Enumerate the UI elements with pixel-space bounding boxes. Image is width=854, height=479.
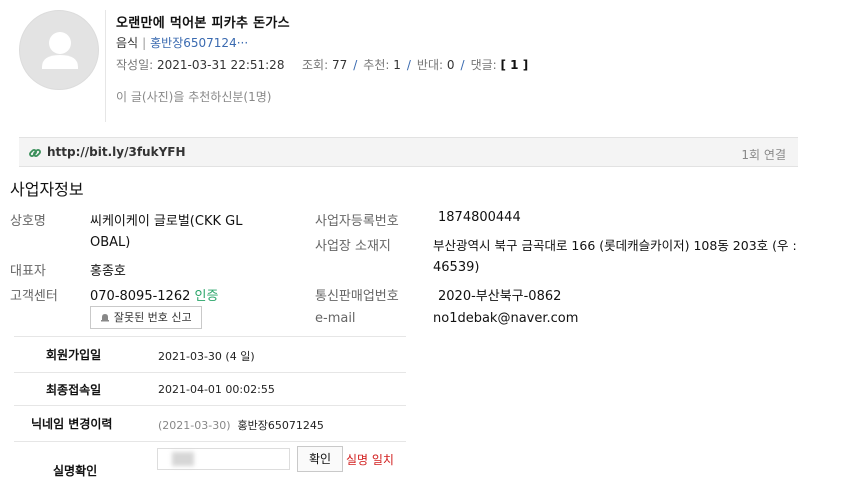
last-login-value: 2021-04-01 00:02:55	[158, 383, 275, 396]
date-label: 작성일:	[116, 58, 154, 72]
table-divider	[14, 336, 406, 337]
date-value: 2021-03-31 22:51:28	[157, 58, 285, 72]
address-label: 사업장 소재지	[315, 239, 391, 254]
recommend-value: 1	[393, 58, 401, 72]
user-silhouette-icon	[42, 32, 78, 69]
nickname-history-value: (2021-03-30) 홍반장65071245	[158, 417, 324, 433]
nickname-history-label: 닉네임 변경이력	[31, 417, 113, 431]
link-chain-icon	[29, 149, 41, 157]
table-divider	[14, 405, 406, 406]
table-divider	[14, 372, 406, 373]
company-value-line1: 씨케이케이 글로벌(CKK GL	[90, 214, 243, 229]
post-title: 오랜만에 먹어본 피카추 돈가스	[116, 16, 290, 31]
oppose-label: 반대:	[416, 58, 444, 72]
mail-order-label: 통신판매업번호	[315, 289, 399, 304]
recommend-label: 추천:	[363, 58, 390, 72]
link-count: 1회 연결	[741, 148, 786, 162]
customer-center-phone: 070-8095-1262 인증	[90, 285, 218, 304]
slash-separator: /	[460, 58, 465, 72]
join-date-value: 2021-03-30 (4 일)	[158, 350, 255, 363]
divider	[105, 10, 106, 122]
post-category[interactable]: 음식	[116, 36, 138, 50]
slash-separator: /	[353, 58, 358, 72]
comments-label: 댓글:	[470, 58, 497, 72]
last-login-label: 최종접속일	[46, 383, 102, 397]
email-value[interactable]: no1debak@naver.com	[433, 311, 578, 326]
phone-verify-link[interactable]: 인증	[195, 289, 219, 304]
link-url[interactable]: http://bit.ly/3fukYFH	[47, 145, 186, 159]
real-name-match-status: 실명 일치	[346, 453, 394, 467]
report-wrong-number-button[interactable]: 잘못된 번호 신고	[90, 306, 202, 329]
join-date-label: 회원가입일	[46, 348, 102, 362]
link-bar: http://bit.ly/3fukYFH 1회 연결	[19, 137, 798, 167]
slash-separator: /	[406, 58, 411, 72]
table-divider	[14, 441, 406, 442]
views-label: 조회:	[302, 58, 329, 72]
company-value-line2: OBAL)	[90, 235, 131, 250]
recommenders-note[interactable]: 이 글(사진)을 추천하신분(1명)	[116, 88, 271, 105]
nickname-previous: 홍반장65071245	[237, 419, 324, 432]
company-label: 상호명	[10, 214, 46, 229]
address-value-line2: 46539)	[433, 260, 480, 275]
phone-number: 070-8095-1262	[90, 289, 191, 304]
siren-icon	[101, 314, 110, 322]
regno-value: 1874800444	[438, 210, 521, 225]
avatar[interactable]	[19, 10, 99, 90]
mail-order-value: 2020-부산북구-0862	[438, 289, 562, 304]
comments-count[interactable]: [ 1 ]	[501, 58, 529, 72]
confirm-button[interactable]: 확인	[297, 446, 343, 472]
real-name-label: 실명확인	[53, 464, 98, 478]
business-info-title: 사업자정보	[10, 180, 84, 199]
email-label: e-mail	[315, 311, 356, 326]
post-author-link[interactable]: 홍반장6507124···	[150, 36, 248, 50]
customer-center-label: 고객센터	[10, 289, 58, 304]
masked-name	[172, 452, 194, 466]
post-category-line: 음식 | 홍반장6507124···	[116, 34, 248, 51]
regno-label: 사업자등록번호	[315, 214, 399, 229]
nickname-change-date: (2021-03-30)	[158, 419, 231, 432]
oppose-value: 0	[446, 58, 455, 72]
views-value: 77	[331, 58, 348, 72]
separator: |	[142, 36, 147, 50]
address-value-line1: 부산광역시 북구 금곡대로 166 (롯데캐슬카이저) 108동 203호 (우…	[433, 238, 797, 253]
post-date: 작성일: 2021-03-31 22:51:28	[116, 56, 284, 73]
post-header: 오랜만에 먹어본 피카추 돈가스 음식 | 홍반장6507124··· 작성일: 2…	[0, 0, 798, 170]
ceo-label: 대표자	[10, 264, 46, 279]
post-stats: 조회: 77 / 추천: 1 / 반대: 0 / 댓글: [ 1 ]	[302, 56, 528, 73]
ceo-value: 홍종호	[90, 264, 126, 279]
report-button-label: 잘못된 번호 신고	[113, 311, 192, 324]
real-name-input[interactable]	[157, 448, 290, 470]
